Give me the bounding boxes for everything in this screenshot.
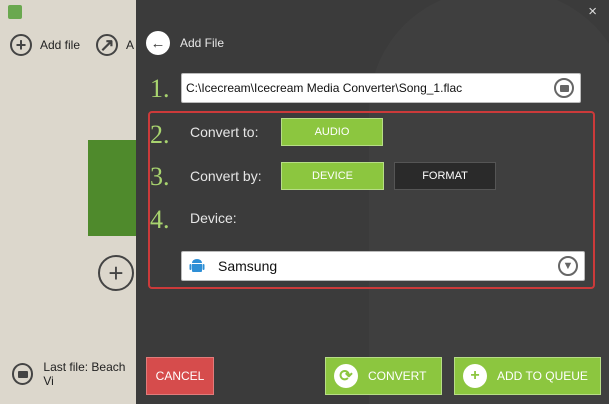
add-file-button[interactable]: + Add file: [10, 32, 80, 58]
share-button[interactable]: ↗ A: [96, 32, 134, 58]
convert-to-label: Convert to:: [190, 124, 259, 140]
file-path-field[interactable]: C:\Icecream\Icecream Media Converter\Son…: [181, 73, 581, 103]
audio-option-button[interactable]: AUDIO: [281, 118, 383, 146]
add-file-label: Add file: [40, 38, 81, 52]
android-icon: [189, 259, 205, 272]
left-pane: + Add file ↗ A + Last file: Beach Vi: [0, 0, 136, 404]
convert-by-label: Convert by:: [190, 168, 262, 184]
add-to-queue-label: ADD TO QUEUE: [497, 369, 588, 383]
format-option-button[interactable]: FORMAT: [394, 162, 496, 190]
step-number-4: 4.: [150, 205, 170, 234]
folder-icon: [12, 363, 34, 385]
device-option-button[interactable]: DEVICE: [281, 162, 384, 190]
step-number-2: 2.: [150, 120, 170, 149]
share-icon: ↗: [96, 34, 118, 56]
add-to-queue-button[interactable]: + ADD TO QUEUE: [454, 357, 601, 395]
file-path-text: C:\Icecream\Icecream Media Converter\Son…: [186, 81, 463, 95]
close-icon[interactable]: ×: [588, 3, 597, 20]
cancel-button[interactable]: CANCEL: [146, 357, 214, 395]
last-file-label: Last file: Beach Vi: [43, 360, 126, 388]
app-icon: [8, 5, 22, 19]
refresh-icon: ⟳: [334, 364, 358, 388]
back-button[interactable]: ← Add File: [146, 31, 224, 55]
back-arrow-icon: ←: [146, 31, 170, 55]
device-label: Device:: [190, 210, 237, 226]
step-number-1: 1.: [150, 74, 170, 103]
plus-circle-icon: +: [10, 34, 32, 56]
add-circle-icon[interactable]: +: [98, 255, 134, 291]
device-value: Samsung: [218, 258, 278, 274]
chevron-down-icon[interactable]: ▼: [558, 256, 578, 276]
step-number-3: 3.: [150, 162, 170, 191]
convert-label: CONVERT: [368, 369, 427, 383]
converter-graphic: [88, 140, 136, 236]
plus-icon: +: [463, 364, 487, 388]
convert-button[interactable]: ⟳ CONVERT: [325, 357, 442, 395]
folder-icon[interactable]: [554, 78, 574, 98]
last-file[interactable]: Last file: Beach Vi: [12, 360, 136, 388]
add-file-modal: × ← Add File 1. C:\Icecream\Icecream Med…: [136, 0, 609, 404]
share-label: A: [126, 38, 135, 52]
device-select[interactable]: Samsung ▼: [181, 251, 585, 281]
back-label: Add File: [180, 36, 225, 50]
